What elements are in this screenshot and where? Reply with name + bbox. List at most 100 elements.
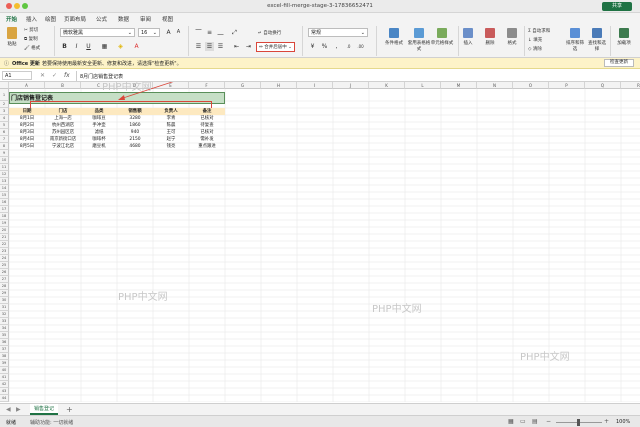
align-right-icon[interactable]: ☰ [216,42,225,51]
autosum-button[interactable]: Σ 自动求和 [528,28,550,34]
zoom-slider-thumb[interactable] [577,419,580,426]
row-header[interactable]: 27 [0,276,9,283]
column-header[interactable]: Q [585,82,621,89]
row-header[interactable]: 8 [0,143,9,150]
cut-button[interactable]: ✂ 剪切 [24,27,38,33]
page-break-icon[interactable]: ▤ [532,418,538,425]
confirm-icon[interactable]: ✓ [52,72,57,79]
column-header[interactable]: G [225,82,261,89]
format-painter-button[interactable]: 🖌 格式 [24,45,40,51]
align-center-icon[interactable]: ☰ [205,42,214,51]
table-cell[interactable]: 已核对 [189,115,225,122]
cancel-icon[interactable]: ✕ [40,72,45,79]
zoom-in-icon[interactable]: + [604,418,609,425]
function-icon[interactable]: fx [64,72,70,79]
table-cell[interactable]: 手冲壶 [81,122,117,129]
table-cell[interactable]: 滤纸 [81,129,117,136]
row-header[interactable]: 29 [0,290,9,297]
row-header[interactable]: 12 [0,171,9,178]
table-header-cell[interactable]: 日期 [9,108,45,115]
format-cells-button[interactable]: 格式 [504,28,520,46]
row-header[interactable]: 39 [0,360,9,367]
table-header-cell[interactable]: 备注 [189,108,225,115]
table-cell[interactable]: 赵宁 [153,136,189,143]
wrap-text-button[interactable]: ↵ 自动换行 [258,30,281,36]
tab-formulas[interactable]: 公式 [96,15,107,23]
column-header[interactable]: B [45,82,81,89]
table-cell[interactable]: 需补发 [189,136,225,143]
percent-icon[interactable]: % [320,42,329,51]
decrease-font-button[interactable]: A [174,28,183,37]
row-header[interactable]: 6 [0,129,9,136]
table-cell[interactable]: 王可 [153,129,189,136]
row-header[interactable]: 19 [0,220,9,227]
table-cell[interactable]: 3280 [117,115,153,122]
delete-cells-button[interactable]: 删除 [482,28,498,46]
insert-cells-button[interactable]: 插入 [460,28,476,46]
table-cell[interactable]: 2150 [117,136,153,143]
copy-button[interactable]: ⧉ 复制 [24,36,38,42]
row-header[interactable]: 32 [0,311,9,318]
currency-icon[interactable]: ¥ [308,42,317,51]
clear-button[interactable]: ◇ 清除 [528,46,542,52]
row-header[interactable]: 14 [0,185,9,192]
row-header[interactable]: 7 [0,136,9,143]
fill-button[interactable]: ↓ 填充 [528,37,542,43]
column-header[interactable]: I [297,82,333,89]
increase-indent-icon[interactable]: ⇥ [244,42,253,51]
tab-page-layout[interactable]: 页面布局 [64,15,86,23]
row-header[interactable]: 15 [0,192,9,199]
row-header[interactable]: 17 [0,206,9,213]
table-cell[interactable]: 待复查 [189,122,225,129]
merge-center-button[interactable]: ⇔ 合并后居中 ⌄ [256,42,295,52]
underline-button[interactable]: U [84,42,93,51]
column-header[interactable]: M [441,82,477,89]
italic-button[interactable]: I [72,42,81,51]
row-header[interactable]: 24 [0,255,9,262]
table-cell[interactable]: 苏州园区店 [45,129,81,136]
share-button[interactable]: 共享 [602,2,632,11]
row-header[interactable]: 22 [0,241,9,248]
column-header[interactable]: L [405,82,441,89]
table-cell[interactable]: 重点跟进 [189,143,225,150]
format-as-table-button[interactable]: 套用表格格式 [406,28,432,52]
row-header[interactable]: 2 [0,101,9,108]
table-cell[interactable]: 已核对 [189,129,225,136]
table-cell[interactable]: 磨豆机 [81,143,117,150]
cell-styles-button[interactable]: 单元格样式 [430,28,454,46]
column-header[interactable]: E [153,82,189,89]
number-format-select[interactable]: 常规 ⌄ [308,28,368,37]
font-size-select[interactable]: 16 ⌄ [138,28,160,37]
column-header[interactable]: J [333,82,369,89]
row-header[interactable]: 42 [0,381,9,388]
align-left-icon[interactable]: ☰ [194,42,203,51]
table-cell[interactable]: 上海一店 [45,115,81,122]
check-updates-button[interactable]: 检查更新 [604,59,634,67]
tab-insert[interactable]: 插入 [26,15,37,23]
table-cell[interactable]: 8月1日 [9,115,45,122]
row-header[interactable]: 31 [0,304,9,311]
normal-view-icon[interactable]: ▦ [508,418,514,425]
add-sheet-icon[interactable]: + [66,405,73,414]
column-header[interactable]: P [549,82,585,89]
font-name-select[interactable]: 微软雅黑 ⌄ [60,28,135,37]
row-header[interactable]: 37 [0,346,9,353]
row-header[interactable]: 3 [0,108,9,115]
row-header[interactable]: 25 [0,262,9,269]
row-header[interactable]: 41 [0,374,9,381]
column-header[interactable]: K [369,82,405,89]
table-header-cell[interactable]: 销售额 [117,108,153,115]
bold-button[interactable]: B [60,42,69,51]
table-cell[interactable]: 陈晨 [153,122,189,129]
borders-icon[interactable]: ▦ [100,42,109,51]
paste-button[interactable]: 粘贴 [4,27,20,47]
table-cell[interactable]: 咖啡豆 [81,115,117,122]
increase-decimal-icon[interactable]: .0 [344,42,353,51]
table-cell[interactable]: 钱亮 [153,143,189,150]
table-cell[interactable]: 1860 [117,122,153,129]
decrease-decimal-icon[interactable]: .00 [356,42,365,51]
accessibility-status[interactable]: 辅助功能: 一切就绪 [30,419,73,426]
fill-color-icon[interactable]: ◈ [116,42,125,51]
page-layout-icon[interactable]: ▭ [520,418,526,425]
row-header[interactable]: 26 [0,269,9,276]
